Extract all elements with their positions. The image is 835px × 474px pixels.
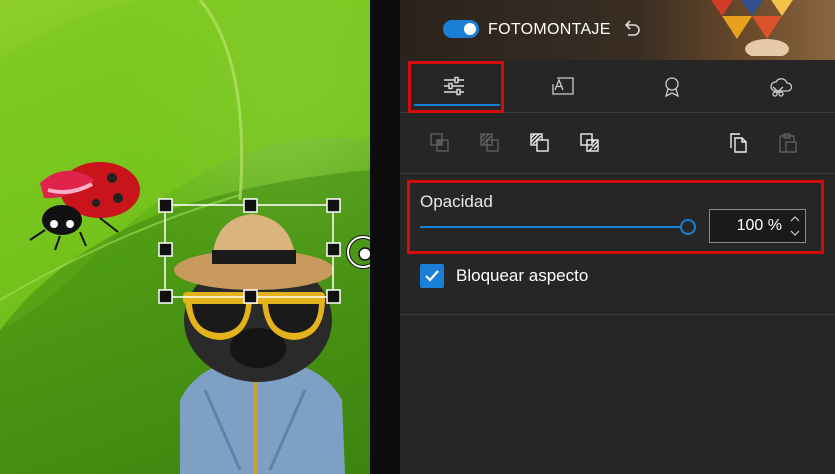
lock-aspect-row[interactable]: Bloquear aspecto (420, 264, 588, 288)
lock-aspect-label: Bloquear aspecto (456, 266, 589, 285)
lock-aspect-checkbox[interactable] (420, 264, 444, 288)
resize-handle[interactable] (326, 242, 341, 257)
copy-button[interactable] (726, 131, 750, 155)
toggle-knob (464, 23, 476, 35)
cloud-scissors-icon (770, 78, 793, 97)
send-to-back-button[interactable] (578, 131, 602, 155)
checkmark-icon (425, 270, 439, 282)
resize-handle[interactable] (158, 198, 173, 213)
mode-label: FOTOMONTAJE (488, 21, 611, 38)
undo-icon[interactable] (621, 18, 643, 40)
send-to-back-icon (580, 133, 599, 152)
copy-icon (730, 133, 747, 153)
tab-badge[interactable] (618, 60, 726, 112)
award-icon (664, 77, 680, 98)
bring-to-front-icon (530, 133, 549, 152)
send-backward-button[interactable] (478, 131, 502, 155)
properties-panel: FOTOMONTAJE Opacidad 100 % Bloquear aspe… (400, 0, 835, 474)
resize-handle[interactable] (243, 198, 258, 213)
text-frame-icon (552, 77, 574, 95)
photo-scene (0, 0, 370, 474)
photo-canvas[interactable] (0, 0, 370, 474)
highlight-box-opacity (407, 180, 824, 254)
tab-shape[interactable] (727, 60, 835, 112)
tangram-decoration (711, 0, 793, 56)
bring-to-front-button[interactable] (528, 131, 552, 155)
bring-forward-icon (430, 133, 449, 152)
canvas-border (370, 0, 400, 474)
resize-handle[interactable] (326, 198, 341, 213)
bring-forward-button[interactable] (428, 131, 452, 155)
panel-header: FOTOMONTAJE (400, 0, 835, 60)
send-backward-icon (480, 133, 499, 152)
resize-handle[interactable] (326, 289, 341, 304)
arrange-toolbar (400, 113, 835, 174)
paste-icon (779, 133, 797, 153)
resize-handle[interactable] (158, 289, 173, 304)
resize-handle[interactable] (243, 289, 258, 304)
tab-text[interactable] (509, 60, 617, 112)
mode-toggle[interactable] (443, 20, 479, 38)
paste-button[interactable] (776, 131, 800, 155)
resize-handle[interactable] (158, 242, 173, 257)
highlight-box-tab (408, 61, 504, 113)
